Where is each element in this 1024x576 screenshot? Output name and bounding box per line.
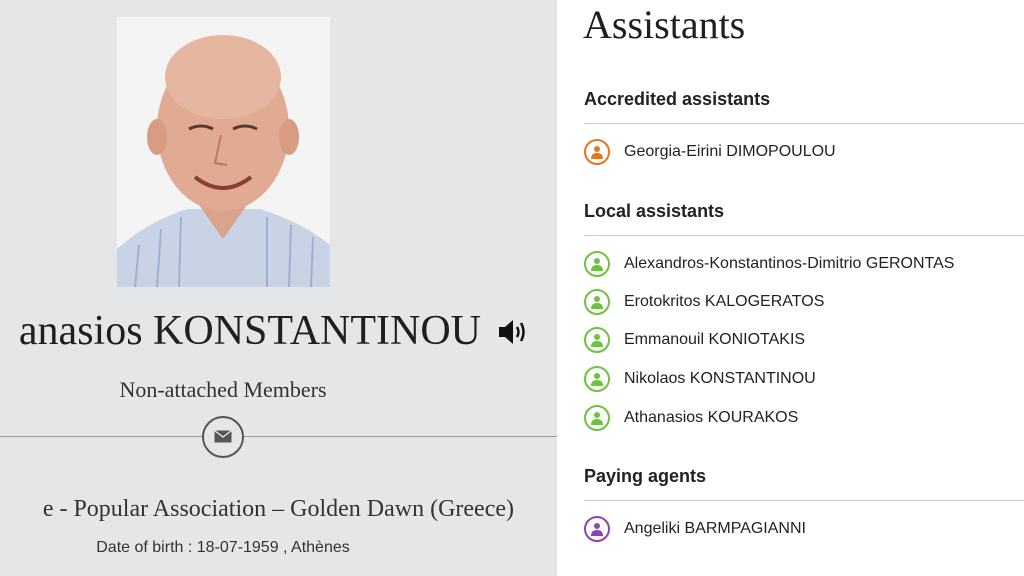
date-of-birth: Date of birth : 18-07-1959 , Athènes (96, 539, 350, 556)
assistants-panel: Assistants Accredited assistants Georgia… (557, 0, 1024, 576)
mep-photo (117, 17, 330, 287)
section-divider (584, 235, 1024, 236)
paying-agents-heading: Paying agents (584, 466, 707, 486)
person-icon (584, 139, 610, 165)
assistant-item[interactable]: Angeliki BARMPAGIANNI (584, 513, 806, 545)
assistant-item[interactable]: Alexandros-Konstantinos-Dimitrio GERONTA… (584, 248, 954, 280)
political-group: Non-attached Members (119, 377, 327, 402)
assistant-item[interactable]: Nikolaos KONSTANTINOU (584, 363, 816, 395)
section-divider (584, 500, 1024, 501)
assistant-name: Angeliki BARMPAGIANNI (624, 520, 806, 537)
person-icon (584, 405, 610, 431)
assistant-name: Alexandros-Konstantinos-Dimitrio GERONTA… (624, 255, 955, 272)
divider (0, 436, 557, 437)
assistant-name: Erotokritos KALOGERATOS (624, 293, 825, 310)
person-icon (584, 516, 610, 542)
assistant-item[interactable]: Emmanouil KONIOTAKIS (584, 324, 805, 356)
person-icon (584, 327, 610, 353)
local-assistants-heading: Local assistants (584, 201, 725, 221)
assistant-name: Emmanouil KONIOTAKIS (624, 331, 806, 348)
assistant-item[interactable]: Athanasios KOURAKOS (584, 402, 798, 434)
mep-profile-panel: anasios KONSTANTINOU Non-attached Member… (0, 0, 557, 576)
assistant-item[interactable]: Georgia-Eirini DIMOPOULOU (584, 136, 836, 168)
accredited-assistants-heading: Accredited assistants (584, 89, 771, 109)
envelope-icon (214, 430, 232, 443)
person-icon (584, 251, 610, 277)
assistant-name: Athanasios KOURAKOS (624, 409, 799, 426)
section-divider (584, 123, 1024, 124)
assistant-name: Nikolaos KONSTANTINOU (624, 370, 816, 387)
speaker-icon[interactable] (497, 317, 529, 347)
assistant-item[interactable]: Erotokritos KALOGERATOS (584, 286, 824, 318)
person-icon (584, 366, 610, 392)
national-party: e - Popular Association – Golden Dawn (G… (42, 496, 514, 522)
assistant-name: Georgia-Eirini DIMOPOULOU (624, 143, 836, 160)
assistants-title: Assistants (583, 2, 746, 47)
person-icon (584, 289, 610, 315)
email-button[interactable] (202, 416, 244, 458)
mep-name: anasios KONSTANTINOU (18, 308, 481, 354)
